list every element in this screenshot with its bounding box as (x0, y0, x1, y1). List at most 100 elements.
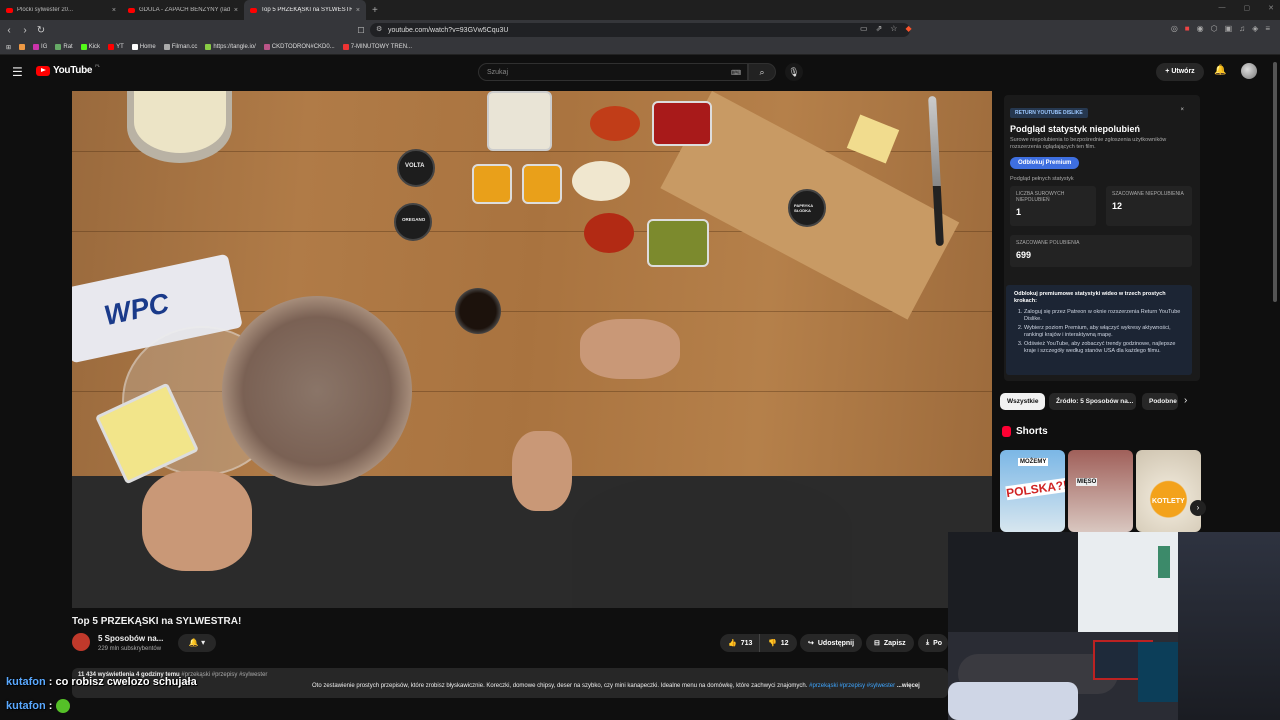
youtube-favicon-icon (6, 7, 13, 13)
video-player[interactable]: VOLTA OREGANO PAPRYKA SŁODKA WPC (72, 91, 992, 608)
kick-icon (80, 44, 87, 50)
minimize-icon[interactable]: — (1219, 4, 1226, 12)
hamburger-menu-icon[interactable]: ☰ (12, 65, 23, 79)
youtube-play-icon (36, 65, 50, 76)
ryd-premium-info: Odblokuj premiumowe statystyki wideo w t… (1006, 285, 1192, 375)
save-button[interactable]: ⊟ Zapisz (866, 634, 914, 652)
music-icon[interactable]: ♫ (1239, 24, 1245, 33)
extension-icon[interactable]: ◎ (1171, 24, 1178, 33)
show-more-link[interactable]: ...więcej (897, 683, 920, 689)
chip-all[interactable]: Wszystkie (1000, 393, 1046, 410)
bookmark-item[interactable]: Filman.cc (163, 44, 197, 50)
bookmark-item[interactable] (19, 44, 26, 50)
maximize-icon[interactable]: ▢ (1244, 4, 1251, 12)
bookmark-item[interactable]: https://tangle.io/ (205, 44, 256, 50)
bookmark-item[interactable]: Kick (80, 44, 100, 50)
youtube-icon (342, 44, 349, 50)
person-shirt (572, 476, 852, 608)
description-box[interactable]: 11 434 wyświetlenia 4 godziny temu #prze… (72, 668, 948, 698)
short-thumbnail[interactable]: KOTLETY (1136, 450, 1201, 532)
youtube-logo[interactable]: YouTube PL (36, 63, 100, 76)
extension-icon[interactable]: ■ (1185, 24, 1190, 33)
bookmark-item[interactable]: CKDTODRON#CKD0... (263, 44, 335, 50)
reload-icon[interactable]: ↻ (34, 25, 48, 36)
bookmark-item[interactable]: 7-MINUTOWY TREN... (342, 44, 412, 50)
create-button[interactable]: + Utwórz (1156, 63, 1204, 81)
account-avatar[interactable] (1241, 63, 1257, 79)
blue-lit-area (1138, 642, 1178, 702)
chevron-right-icon[interactable]: › (1184, 395, 1187, 406)
channel-name[interactable]: 5 Sposobów na... (98, 634, 163, 643)
chip-related[interactable]: Podobne (1142, 393, 1178, 410)
browser-tab-1[interactable]: Plocki sylwester 20... × (0, 0, 122, 20)
wallet-icon[interactable]: ◈ (1252, 24, 1258, 33)
share-icon[interactable]: ⇗ (876, 24, 883, 33)
install-icon[interactable]: ▭ (860, 24, 868, 33)
egg-dish (472, 164, 512, 204)
folder-icon (19, 44, 26, 50)
dislike-button[interactable]: 👎 12 (759, 634, 797, 652)
chat-message: kutafon : co robisz cwelozo schujała (6, 676, 197, 688)
bookmark-label: https://tangle.io/ (213, 44, 256, 50)
apps-icon[interactable]: ⊞ (6, 44, 11, 51)
bookmark-item[interactable]: YT (108, 44, 124, 50)
search-button[interactable]: ⌕ (748, 63, 776, 81)
jar-label: PAPRYKA SŁODKA (794, 203, 813, 213)
stat-value: 1 (1016, 207, 1022, 217)
url-field[interactable]: ⚙ youtube.com/watch?v=93GVw5Cqu3U (370, 23, 910, 37)
voice-search-icon[interactable]: 🎙 (785, 63, 803, 81)
description-text-line: Oto zestawienie prostych przepisów, któr… (312, 683, 920, 689)
steps-list: Zaloguj się przez Patreon w oknie rozsze… (1024, 309, 1184, 355)
close-tab-icon[interactable]: × (234, 7, 238, 14)
step-item: Wybierz poziom Premium, aby włączyć wykr… (1024, 325, 1184, 339)
subscription-bell-button[interactable]: 🔔 ▾ (178, 634, 216, 652)
unlock-premium-button[interactable]: Odblokuj Premium (1010, 157, 1080, 169)
extension-icon[interactable]: ⬡ (1211, 24, 1218, 33)
extension-icon[interactable]: ◉ (1197, 24, 1204, 33)
forward-icon[interactable]: › (18, 25, 32, 36)
ketchup-dish (584, 213, 634, 253)
tab-title: Top 5 PRZEKĄSKI na SYLWESTRA... (261, 7, 352, 13)
stat-label: SZACOWANE NIEPOLUBIENIA (1112, 191, 1184, 197)
share-button[interactable]: ↪ Udostępnij (800, 634, 863, 652)
thumbs-up-icon: 👍 (728, 640, 737, 647)
url-text: youtube.com/watch?v=93GVw5Cqu3U (388, 26, 509, 34)
extension-icon[interactable]: ▣ (1225, 24, 1233, 33)
bookmark-item[interactable]: Rat (55, 44, 73, 50)
ryd-close-icon[interactable]: × (1180, 107, 1184, 113)
step-item: Odśwież YouTube, aby zobaczyć trendy god… (1024, 341, 1184, 355)
like-button[interactable]: 👍 713 (720, 634, 761, 652)
bright-window (1078, 532, 1188, 642)
bookmark-item[interactable]: IG (33, 44, 47, 50)
notifications-bell-icon[interactable]: 🔔 (1214, 65, 1226, 76)
star-icon[interactable]: ☆ (890, 24, 897, 33)
back-icon[interactable]: ‹ (2, 25, 16, 36)
channel-avatar[interactable] (72, 633, 90, 651)
short-thumbnail[interactable]: MOŻEMY POLSKA?! (1000, 450, 1065, 532)
keyboard-icon[interactable]: ⌨ (731, 69, 741, 77)
tab-title: GDULA - ZAPACH BENZYNY (ladne ... (139, 7, 230, 13)
shorts-next-icon[interactable]: › (1190, 500, 1206, 516)
bookmark-item[interactable]: Home (131, 44, 156, 50)
youtube-favicon-icon (250, 7, 257, 13)
page-scrollbar[interactable] (1273, 62, 1277, 302)
dislike-count: 12 (780, 639, 789, 647)
description-hashtags[interactable]: #przekąski #przepisy #sylwester (809, 683, 895, 689)
chip-source[interactable]: Źródło: 5 Sposobów na... (1049, 393, 1136, 410)
site-info-icon[interactable]: ⚙ (376, 25, 382, 33)
address-actions: ▭ ⇗ ☆ ◆ (860, 24, 912, 33)
step-item: Zaloguj się przez Patreon w oknie rozsze… (1024, 309, 1184, 323)
browser-tab-2[interactable]: GDULA - ZAPACH BENZYNY (ladne ... × (122, 0, 244, 20)
menu-icon[interactable]: ≡ (1265, 24, 1270, 33)
brave-shield-icon[interactable]: ◆ (905, 24, 911, 33)
download-button[interactable]: ⤓ Po (918, 634, 948, 652)
close-window-icon[interactable]: ✕ (1268, 4, 1274, 12)
search-input[interactable]: Szukaj (478, 63, 748, 81)
short-thumbnail[interactable]: MIĘSO (1068, 450, 1133, 532)
bookmark-star-icon[interactable]: ☐ (354, 26, 368, 35)
close-tab-icon[interactable]: × (112, 7, 116, 14)
close-tab-icon[interactable]: × (356, 7, 360, 14)
full-stats-link[interactable]: Podgląd pełnych statystyk (1010, 176, 1194, 182)
new-tab-button[interactable]: + (372, 5, 378, 16)
browser-tab-3[interactable]: Top 5 PRZEKĄSKI na SYLWESTRA... × (244, 0, 366, 20)
